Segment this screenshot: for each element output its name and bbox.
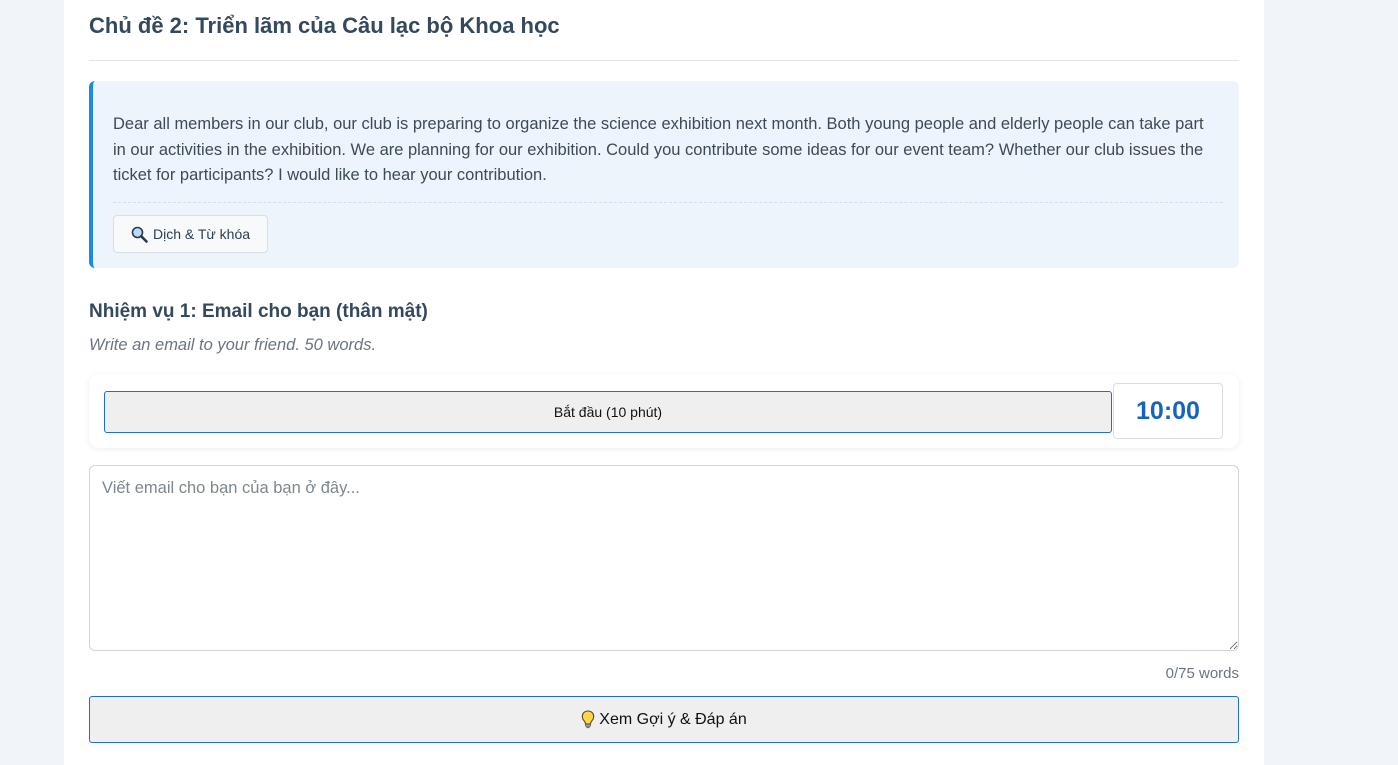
word-count: 0/75 words (1165, 665, 1239, 682)
task-title: Nhiệm vụ 1: Email cho bạn (thân mật) (89, 301, 428, 322)
timer-display: 10:00 (1113, 383, 1223, 439)
translate-keywords-label: Dịch & Từ khóa (152, 226, 251, 242)
email-answer-input[interactable] (89, 465, 1239, 651)
view-hints-answers-button[interactable]: Xem Gợi ý & Đáp án (89, 696, 1239, 743)
prompt-text: Dear all members in our club, our club i… (113, 115, 1204, 184)
prompt-box: Dear all members in our club, our club i… (89, 81, 1239, 268)
content-card: Chủ đề 2: Triển lãm của Câu lạc bộ Khoa … (64, 0, 1264, 765)
start-timer-button[interactable]: Bắt đầu (10 phút) (104, 391, 1112, 433)
magnifier-icon (131, 226, 148, 243)
timer-bar: Bắt đầu (10 phút) 10:00 (89, 374, 1239, 448)
prompt-divider (113, 202, 1223, 203)
lightbulb-icon (581, 710, 595, 729)
title-divider (89, 60, 1239, 61)
translate-keywords-button[interactable]: Dịch & Từ khóa (113, 215, 268, 253)
task-instruction: Write an email to your friend. 50 words. (89, 336, 377, 354)
view-hints-answers-label: Xem Gợi ý & Đáp án (599, 710, 747, 728)
topic-title: Chủ đề 2: Triển lãm của Câu lạc bộ Khoa … (89, 13, 560, 38)
